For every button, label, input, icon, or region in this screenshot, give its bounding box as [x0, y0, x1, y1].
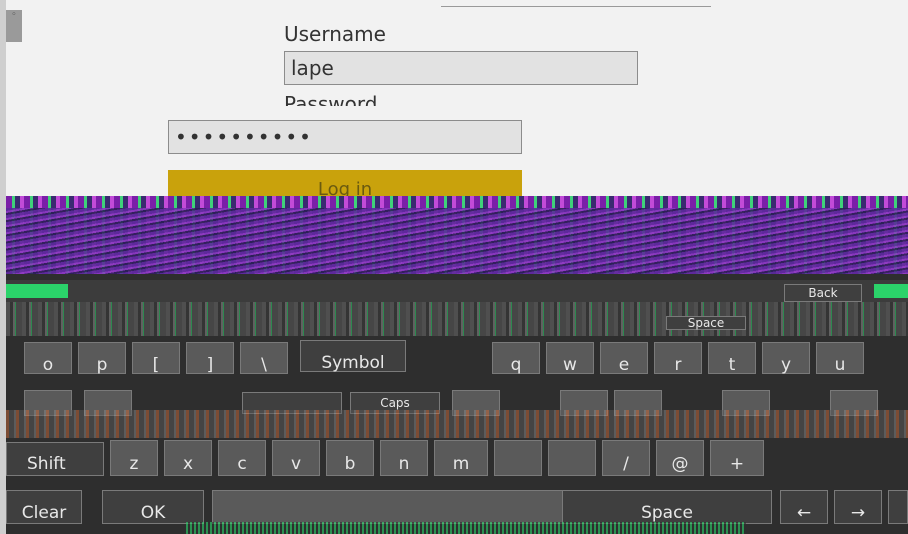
key-q[interactable]: q	[492, 342, 540, 375]
key-open-bracket[interactable]: [	[132, 342, 180, 375]
password-label: Password	[284, 92, 378, 106]
space-key-small[interactable]: Space	[666, 316, 746, 330]
key-row3-blank-2[interactable]	[548, 440, 596, 476]
key-close-bracket[interactable]: ]	[186, 342, 234, 375]
bottom-noise	[186, 522, 746, 534]
space-key[interactable]: Space	[562, 490, 772, 524]
key-e[interactable]: e	[600, 342, 648, 375]
key-u[interactable]: u	[816, 342, 864, 375]
key-row3-blank-1[interactable]	[494, 440, 542, 476]
key-plus[interactable]: +	[710, 440, 764, 476]
login-screen: ◦ Username lape Password •••••••••• Log …	[6, 0, 908, 534]
shift-key[interactable]: Shift	[6, 442, 104, 476]
password-field[interactable]: ••••••••••	[168, 120, 522, 154]
username-label: Username	[284, 22, 386, 46]
key-b[interactable]: b	[326, 440, 374, 476]
key-z[interactable]: z	[110, 440, 158, 476]
symbol-key[interactable]: Symbol	[300, 340, 406, 373]
key-n[interactable]: n	[380, 440, 428, 476]
key-backslash[interactable]: \	[240, 342, 288, 375]
key-x[interactable]: x	[164, 440, 212, 476]
back-key[interactable]: Back	[784, 284, 862, 302]
noise-band	[6, 302, 908, 336]
top-bar	[441, 0, 711, 7]
key-row4-blank[interactable]	[212, 490, 564, 524]
key-o[interactable]: o	[24, 342, 72, 375]
key-row4-edge[interactable]	[888, 490, 908, 524]
ok-key[interactable]: OK	[102, 490, 204, 524]
key-slash[interactable]: /	[602, 440, 650, 476]
left-arrow-key[interactable]: ←	[780, 490, 828, 524]
key-t[interactable]: t	[708, 342, 756, 375]
key-r[interactable]: r	[654, 342, 702, 375]
key-p[interactable]: p	[78, 342, 126, 375]
clear-key[interactable]: Clear	[6, 490, 82, 524]
key-at[interactable]: @	[656, 440, 704, 476]
key-c[interactable]: c	[218, 440, 266, 476]
indicator-left	[6, 284, 68, 298]
glitch-band	[6, 196, 908, 274]
key-v[interactable]: v	[272, 440, 320, 476]
key-y[interactable]: y	[762, 342, 810, 375]
noise-band-2	[6, 410, 908, 438]
right-arrow-key[interactable]: →	[834, 490, 882, 524]
key-w[interactable]: w	[546, 342, 594, 375]
username-field[interactable]: lape	[284, 51, 638, 85]
key-m[interactable]: m	[434, 440, 488, 476]
indicator-right	[874, 284, 908, 298]
keyboard-top-strip	[6, 280, 908, 302]
corner-handle[interactable]: ◦	[6, 10, 22, 42]
